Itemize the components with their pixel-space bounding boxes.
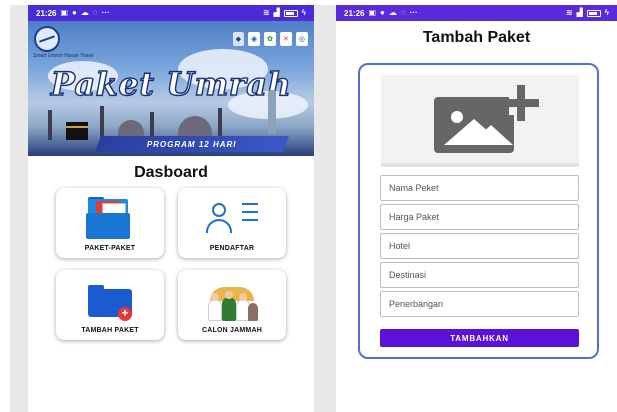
menu-card-tambah-paket[interactable]: + TAMBAH PAKET	[56, 270, 164, 340]
logo-chip-icon: ◆	[232, 32, 245, 46]
status-bar: 21:26 ▣ ● ☁ ◌ ··· ≋ ▟ ϟ	[336, 5, 617, 21]
status-time: 21:26	[36, 8, 57, 18]
cloud-icon: ☁	[388, 8, 397, 17]
pilgrims-icon	[204, 279, 260, 323]
wifi-icon: ≋	[262, 8, 270, 17]
partner-logos: ◆ ◉ ✿ ✕ ◎	[28, 25, 314, 53]
menu-card-pendaftar[interactable]: PENDAFTAR	[178, 188, 286, 258]
hotel-field[interactable]	[380, 233, 579, 259]
more-icon: ···	[409, 8, 418, 17]
menu-card-label: TAMBAH PAKET	[81, 327, 139, 334]
sim-icon: ▣	[60, 8, 69, 17]
menu-card-label: CALON JAMMAH	[202, 327, 262, 334]
sim-icon: ▣	[368, 8, 377, 17]
status-bar: 21:26 ▣ ● ☁ ◌ ··· ≋ ▟ ϟ	[28, 5, 314, 21]
skyline-illustration	[28, 90, 314, 140]
folder-add-icon: +	[82, 279, 138, 323]
whatsapp-icon: ◌	[92, 8, 98, 17]
circle-icon: ●	[72, 8, 77, 17]
charging-icon: ϟ	[301, 8, 306, 17]
battery-icon	[586, 9, 601, 17]
destination-field[interactable]	[380, 262, 579, 288]
add-package-form: TAMBAHKAN	[358, 63, 599, 359]
flight-field[interactable]	[380, 291, 579, 317]
submit-button[interactable]: TAMBAHKAN	[380, 329, 579, 347]
logo-chip-icon: ✿	[264, 32, 277, 46]
kan-logo-icon: ✕	[280, 32, 292, 46]
menu-card-label: PAKET-PAKET	[84, 245, 136, 252]
folder-documents-icon	[82, 197, 138, 241]
cloud-icon: ☁	[80, 8, 89, 17]
user-list-icon	[204, 197, 260, 241]
menu-grid: PAKET-PAKET PENDAFTAR + TAMBAH PAKET CAL…	[28, 188, 314, 340]
menu-card-calon-jammah[interactable]: CALON JAMMAH	[178, 270, 286, 340]
logo-chip-icon: ◎	[295, 32, 308, 46]
more-icon: ···	[101, 8, 110, 17]
program-text: PROGRAM 12 HARI	[147, 139, 237, 149]
wifi-icon: ≋	[565, 8, 573, 17]
add-package-screen: 21:26 ▣ ● ☁ ◌ ··· ≋ ▟ ϟ Tambah Paket Nam…	[314, 5, 617, 412]
whatsapp-icon: ◌	[400, 8, 406, 17]
page-title: Dasboard	[134, 164, 208, 181]
charging-icon: ϟ	[604, 8, 609, 17]
status-time: 21:26	[344, 8, 365, 18]
signal-icon: ▟	[576, 8, 583, 17]
dashboard-screen: 21:26 ▣ ● ☁ ◌ ··· ≋ ▟ ϟ ◆ ◉ ✿ ✕ ◎ Smart …	[10, 5, 314, 412]
package-name-field[interactable]	[380, 175, 579, 201]
promo-banner: ◆ ◉ ✿ ✕ ◎ Smart Umroh Hasan Travel Paket…	[28, 21, 314, 156]
image-picker[interactable]	[381, 75, 579, 165]
program-ribbon: PROGRAM 12 HARI	[95, 136, 289, 152]
circle-icon: ●	[380, 8, 385, 17]
signal-icon: ▟	[273, 8, 280, 17]
globe-logo-icon	[34, 26, 60, 52]
page-title: Tambah Paket	[422, 29, 531, 46]
brand-text: Smart Umroh Hasan Travel	[33, 53, 94, 59]
menu-card-label: PENDAFTAR	[209, 245, 255, 252]
package-price-field[interactable]	[380, 204, 579, 230]
battery-icon	[283, 9, 298, 17]
menu-card-paket-paket[interactable]: PAKET-PAKET	[56, 188, 164, 258]
logo-chip-icon: ◉	[248, 32, 261, 46]
